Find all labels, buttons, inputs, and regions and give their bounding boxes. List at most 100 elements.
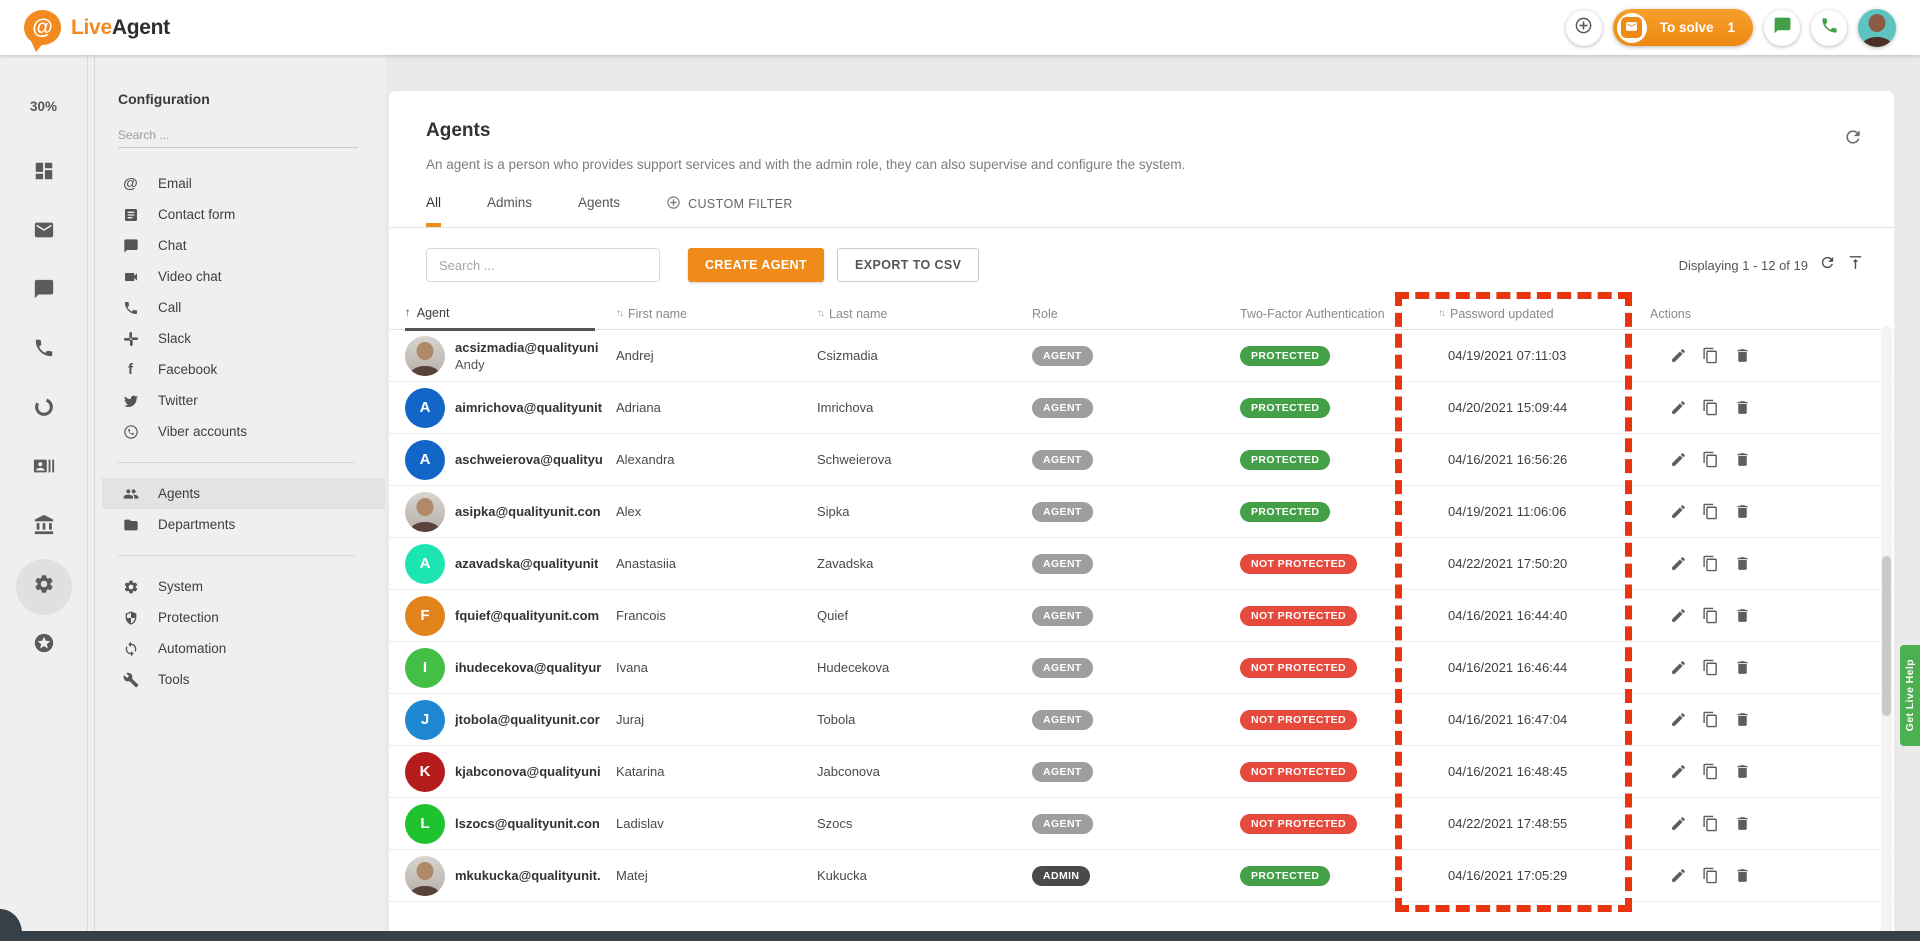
sidebar-item-automation[interactable]: Automation	[102, 633, 385, 664]
agent-email[interactable]: jtobola@qualityunit.cor	[455, 712, 600, 727]
duplicate-agent-button[interactable]	[1702, 503, 1719, 520]
sidebar-item-viber-accounts[interactable]: Viber accounts	[102, 416, 385, 447]
column-header-role: Role	[1032, 297, 1240, 330]
sidebar-item-slack[interactable]: Slack	[102, 323, 385, 354]
rail-item-contact-card[interactable]	[16, 439, 72, 498]
column-header-agent[interactable]: ↑Agent	[405, 298, 595, 331]
duplicate-agent-button[interactable]	[1702, 399, 1719, 416]
sidebar-item-protection[interactable]: Protection	[102, 602, 385, 633]
rail-item-mail[interactable]	[16, 203, 72, 262]
column-header-last-name[interactable]: ↑↓Last name	[817, 297, 1032, 330]
column-header-first-name[interactable]: ↑↓First name	[616, 297, 817, 330]
add-new-button[interactable]	[1566, 10, 1602, 46]
sidebar-item-video-chat[interactable]: Video chat	[102, 261, 385, 292]
agent-email[interactable]: lszocs@qualityunit.con	[455, 816, 600, 831]
sidebar-item-label: Automation	[158, 641, 226, 656]
delete-agent-button[interactable]	[1734, 555, 1751, 572]
custom-filter-button[interactable]: CUSTOM FILTER	[666, 195, 793, 227]
duplicate-agent-button[interactable]	[1702, 659, 1719, 676]
agent-cell: mkukucka@qualityunit.	[405, 856, 616, 896]
agent-email[interactable]: aimrichova@qualityunit	[455, 400, 602, 415]
duplicate-agent-button[interactable]	[1702, 867, 1719, 884]
left-rail-items	[16, 144, 72, 675]
edit-agent-button[interactable]	[1670, 399, 1687, 416]
sidebar-item-chat[interactable]: Chat	[102, 230, 385, 261]
table-search-input[interactable]	[426, 248, 660, 282]
delete-agent-button[interactable]	[1734, 763, 1751, 780]
agent-email[interactable]: kjabconova@qualityuni	[455, 764, 601, 779]
agent-email[interactable]: mkukucka@qualityunit.	[455, 868, 601, 883]
duplicate-agent-button[interactable]	[1702, 555, 1719, 572]
delete-agent-button[interactable]	[1734, 607, 1751, 624]
scroll-to-top-icon[interactable]	[1847, 254, 1864, 276]
delete-agent-button[interactable]	[1734, 815, 1751, 832]
last-name-cell: Tobola	[817, 712, 1032, 727]
sidebar-item-tools[interactable]: Tools	[102, 664, 385, 695]
sidebar-search-input[interactable]	[118, 123, 358, 148]
delete-agent-button[interactable]	[1734, 399, 1751, 416]
rail-item-phone[interactable]	[16, 321, 72, 380]
agent-email[interactable]: fquief@qualityunit.com	[455, 608, 599, 623]
duplicate-agent-button[interactable]	[1702, 347, 1719, 364]
tab-agents[interactable]: Agents	[578, 195, 620, 227]
tab-all[interactable]: All	[426, 195, 441, 227]
edit-agent-button[interactable]	[1670, 607, 1687, 624]
edit-agent-button[interactable]	[1670, 503, 1687, 520]
sidebar-item-facebook[interactable]: fFacebook	[102, 354, 385, 385]
vertical-scrollbar-track[interactable]	[1881, 326, 1892, 941]
duplicate-agent-button[interactable]	[1702, 607, 1719, 624]
sidebar-item-system[interactable]: System	[102, 571, 385, 602]
edit-agent-button[interactable]	[1670, 815, 1687, 832]
agent-email[interactable]: acsizmadia@qualityuni	[455, 340, 598, 355]
agent-email[interactable]: asipka@qualityunit.con	[455, 504, 601, 519]
duplicate-agent-button[interactable]	[1702, 451, 1719, 468]
refresh-icon[interactable]	[1843, 127, 1863, 152]
export-csv-button[interactable]: EXPORT TO CSV	[837, 248, 979, 282]
user-avatar[interactable]	[1858, 9, 1896, 47]
sidebar-item-twitter[interactable]: Twitter	[102, 385, 385, 416]
agent-email[interactable]: aschweierova@qualityu	[455, 452, 603, 467]
delete-agent-button[interactable]	[1734, 503, 1751, 520]
sidebar-item-contact-form[interactable]: Contact form	[102, 199, 385, 230]
edit-agent-button[interactable]	[1670, 659, 1687, 676]
two-factor-badge: NOT PROTECTED	[1240, 554, 1357, 574]
calls-button[interactable]	[1811, 10, 1847, 46]
delete-agent-button[interactable]	[1734, 711, 1751, 728]
rail-item-gear[interactable]	[16, 557, 72, 616]
liveagent-logo[interactable]: @ LiveAgent	[24, 10, 170, 45]
sidebar-item-call[interactable]: Call	[102, 292, 385, 323]
chats-button[interactable]	[1764, 10, 1800, 46]
rail-item-star-circle[interactable]	[16, 616, 72, 675]
create-agent-button[interactable]: CREATE AGENT	[688, 248, 824, 282]
article-icon	[122, 206, 139, 223]
agent-email[interactable]: ihudecekova@qualityur	[455, 660, 601, 675]
sidebar-item-departments[interactable]: Departments	[102, 509, 385, 540]
column-header-password-updated[interactable]: ↑↓Password updated	[1430, 297, 1650, 330]
edit-agent-button[interactable]	[1670, 555, 1687, 572]
refresh-list-icon[interactable]	[1819, 254, 1836, 276]
to-solve-button[interactable]: To solve 1	[1613, 9, 1753, 46]
edit-agent-button[interactable]	[1670, 763, 1687, 780]
vertical-scrollbar-thumb[interactable]	[1882, 556, 1891, 716]
duplicate-agent-button[interactable]	[1702, 711, 1719, 728]
edit-agent-button[interactable]	[1670, 867, 1687, 884]
rail-item-chat[interactable]	[16, 262, 72, 321]
delete-agent-button[interactable]	[1734, 451, 1751, 468]
agent-email[interactable]: azavadska@qualityunit	[455, 556, 598, 571]
sidebar-item-agents[interactable]: Agents	[102, 478, 385, 509]
rail-item-bank[interactable]	[16, 498, 72, 557]
role-cell: AGENT	[1032, 814, 1240, 834]
duplicate-agent-button[interactable]	[1702, 815, 1719, 832]
edit-agent-button[interactable]	[1670, 347, 1687, 364]
sidebar-item-email[interactable]: @Email	[102, 168, 385, 199]
delete-agent-button[interactable]	[1734, 659, 1751, 676]
rail-item-dashboard[interactable]	[16, 144, 72, 203]
tab-admins[interactable]: Admins	[487, 195, 532, 227]
rail-item-donut[interactable]	[16, 380, 72, 439]
edit-agent-button[interactable]	[1670, 711, 1687, 728]
delete-agent-button[interactable]	[1734, 347, 1751, 364]
edit-agent-button[interactable]	[1670, 451, 1687, 468]
delete-agent-button[interactable]	[1734, 867, 1751, 884]
duplicate-agent-button[interactable]	[1702, 763, 1719, 780]
get-live-help-tab[interactable]: Get Live Help	[1900, 645, 1920, 746]
